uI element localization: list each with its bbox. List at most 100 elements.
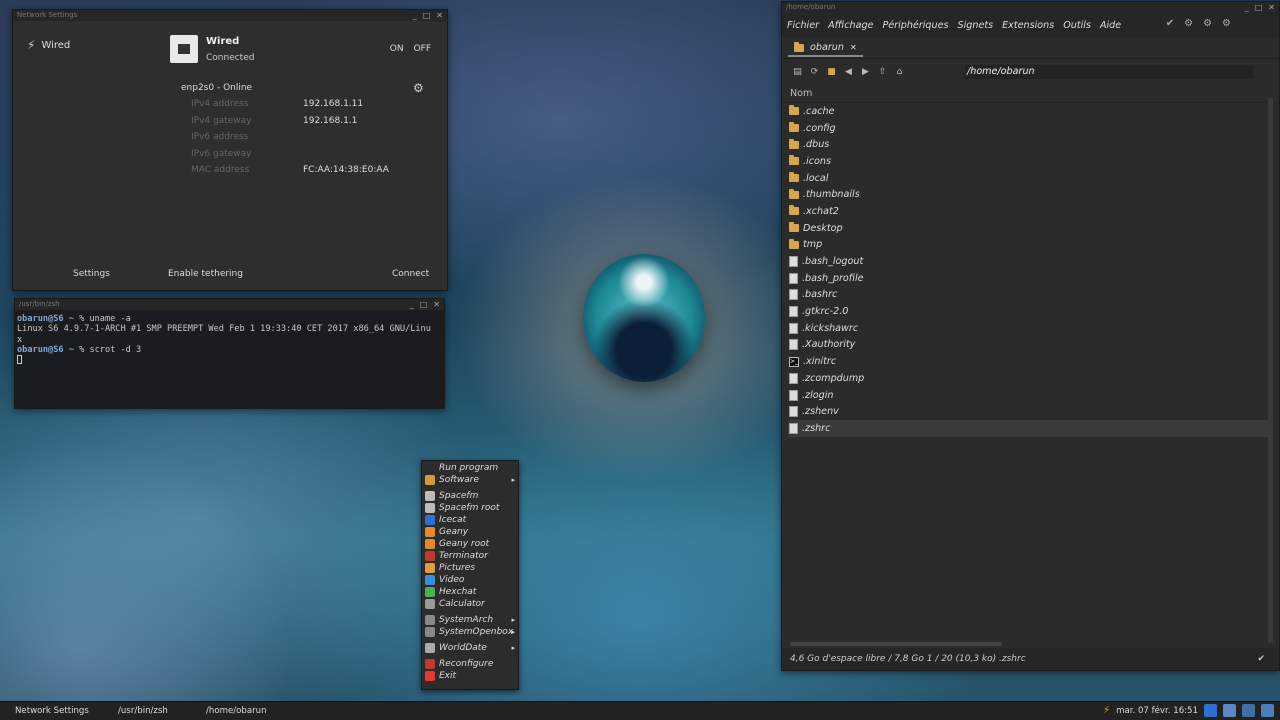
terminal-titlebar[interactable]: /usr/bin/zsh _ □ ✕ (15, 299, 444, 310)
list-item[interactable]: .bash_profile (788, 270, 1269, 287)
back-icon[interactable]: ◀ (843, 67, 854, 78)
close-icon[interactable]: ✕ (433, 299, 440, 310)
browser-icon[interactable] (1204, 704, 1217, 717)
terminal-window[interactable]: /usr/bin/zsh _ □ ✕ obarun@S6 ~ % uname -… (14, 298, 445, 409)
settings-icon[interactable]: ⚙ (1203, 18, 1212, 29)
maximize-icon[interactable]: □ (420, 299, 428, 310)
list-item[interactable]: .local (788, 170, 1269, 187)
list-item[interactable]: .bashrc (788, 287, 1269, 304)
settings-button[interactable]: Settings (73, 269, 110, 279)
menu-item-reconfigure[interactable]: Reconfigure (422, 658, 518, 670)
list-item[interactable]: tmp (788, 237, 1269, 254)
close-icon[interactable]: ✕ (1268, 2, 1275, 13)
terminal-output[interactable]: obarun@S6 ~ % uname -a Linux S6 4.9.7-1-… (15, 310, 444, 369)
menu-item-geany[interactable]: Geany (422, 526, 518, 538)
settings-icon[interactable]: ⚙ (1184, 18, 1193, 29)
path-input[interactable]: /home/obarun (965, 65, 1253, 79)
fm-titlebar[interactable]: /home/obarun _ □ ✕ (782, 2, 1279, 13)
new-folder-icon[interactable]: ■ (826, 67, 837, 78)
list-item[interactable]: .cache (788, 103, 1269, 120)
horizontal-scrollbar[interactable] (790, 642, 1002, 646)
menu-item-software[interactable]: Software ▸ (422, 474, 518, 486)
list-item[interactable]: .zcompdump (788, 370, 1269, 387)
list-item[interactable]: .dbus (788, 136, 1269, 153)
menu-item-spacefm[interactable]: Spacefm (422, 490, 518, 502)
list-item-selected[interactable]: .zshrc (788, 420, 1269, 437)
new-tab-icon[interactable]: ▤ (792, 67, 803, 78)
menu-outils[interactable]: Outils (1063, 20, 1091, 31)
minimize-icon[interactable]: _ (1245, 2, 1249, 13)
menu-item-hexchat[interactable]: Hexchat (422, 586, 518, 598)
sidebar-item-wired[interactable]: ⚡ Wired (27, 38, 70, 52)
task-terminal[interactable]: /usr/bin/zsh (118, 706, 168, 716)
home-icon[interactable]: ⌂ (894, 67, 905, 78)
list-item[interactable]: .config (788, 120, 1269, 137)
tab-obarun[interactable]: obarun ✕ (788, 40, 863, 57)
menu-item-exit[interactable]: Exit (422, 670, 518, 682)
menu-item-video[interactable]: Video (422, 574, 518, 586)
reload-icon[interactable]: ⟳ (809, 67, 820, 78)
vertical-scrollbar[interactable] (1268, 98, 1273, 643)
settings-icon[interactable]: ⚙ (1222, 18, 1231, 29)
menu-item-spacefm-root[interactable]: Spacefm root (422, 502, 518, 514)
menu-item-run-program[interactable]: Run program (422, 462, 518, 474)
menu-item-systemarch[interactable]: SystemArch ▸ (422, 614, 518, 626)
editor-icon[interactable] (1261, 704, 1274, 717)
column-header-name[interactable]: Nom (782, 85, 1279, 103)
menu-item-systemopenbox[interactable]: SystemOpenbox ▸ (422, 626, 518, 638)
list-item[interactable]: .zshenv (788, 403, 1269, 420)
menu-aide[interactable]: Aide (1100, 20, 1121, 31)
list-item[interactable]: .Xauthority (788, 337, 1269, 354)
prop-value: 192.168.1.1 (303, 115, 358, 126)
menu-peripheriques[interactable]: Périphériques (882, 20, 948, 31)
network-settings-window: Network Settings _ □ ✕ ⚡ Wired Wired Con… (12, 9, 448, 291)
list-item[interactable]: Desktop (788, 220, 1269, 237)
connect-button[interactable]: Connect (392, 269, 429, 279)
list-item[interactable]: .xchat2 (788, 203, 1269, 220)
up-icon[interactable]: ⇧ (877, 67, 888, 78)
check-icon[interactable]: ✔ (1166, 18, 1174, 29)
menu-fichier[interactable]: Fichier (787, 20, 819, 31)
task-file-manager[interactable]: /home/obarun (206, 706, 267, 716)
list-item[interactable]: .gtkrc-2.0 (788, 303, 1269, 320)
minimize-icon[interactable]: _ (410, 299, 414, 310)
terminal-icon[interactable] (1242, 704, 1255, 717)
network-tray-icon[interactable]: ⚡ (1103, 705, 1110, 716)
list-item[interactable]: .thumbnails (788, 186, 1269, 203)
enable-tethering-button[interactable]: Enable tethering (168, 269, 243, 279)
forward-icon[interactable]: ▶ (860, 67, 871, 78)
maximize-icon[interactable]: □ (1255, 2, 1263, 13)
menu-item-geany-root[interactable]: Geany root (422, 538, 518, 550)
list-item[interactable]: >_ .xinitrc (788, 353, 1269, 370)
toggle-on[interactable]: ON (390, 44, 404, 54)
close-icon[interactable]: ✕ (436, 10, 443, 21)
file-icon (789, 339, 798, 351)
menu-item-pictures[interactable]: Pictures (422, 562, 518, 574)
network-titlebar[interactable]: Network Settings _ □ ✕ (13, 10, 447, 21)
menu-affichage[interactable]: Affichage (828, 20, 873, 31)
maximize-icon[interactable]: □ (423, 10, 431, 21)
toggle-off[interactable]: OFF (414, 44, 431, 54)
list-item[interactable]: .bash_logout (788, 253, 1269, 270)
close-tab-icon[interactable]: ✕ (850, 43, 857, 52)
terminal-command: ~ % uname -a (63, 314, 131, 324)
menu-extensions[interactable]: Extensions (1002, 20, 1054, 31)
list-item[interactable]: .zlogin (788, 387, 1269, 404)
home-folder-icon[interactable] (1223, 704, 1236, 717)
task-network-settings[interactable]: Network Settings (15, 706, 89, 716)
minimize-icon[interactable]: _ (413, 10, 417, 21)
menu-item-worlddate[interactable]: WorldDate ▸ (422, 642, 518, 654)
fm-toolbar: ▤ ⟳ ■ ◀ ▶ ⇧ ⌂ /home/obarun (782, 59, 1279, 85)
list-item[interactable]: .kickshawrc (788, 320, 1269, 337)
menu-item-icecat[interactable]: Icecat (422, 514, 518, 526)
clock[interactable]: mar. 07 févr. 16:51 (1116, 706, 1198, 716)
wired-status: Connected (206, 53, 255, 63)
wired-toggle[interactable]: ON OFF (390, 44, 431, 54)
menu-item-label: Software (439, 475, 480, 485)
menu-item-calculator[interactable]: Calculator (422, 598, 518, 610)
folder-icon (789, 205, 799, 216)
menu-signets[interactable]: Signets (958, 20, 994, 31)
menu-item-terminator[interactable]: Terminator (422, 550, 518, 562)
gear-icon[interactable]: ⚙ (413, 81, 424, 95)
list-item[interactable]: .icons (788, 153, 1269, 170)
